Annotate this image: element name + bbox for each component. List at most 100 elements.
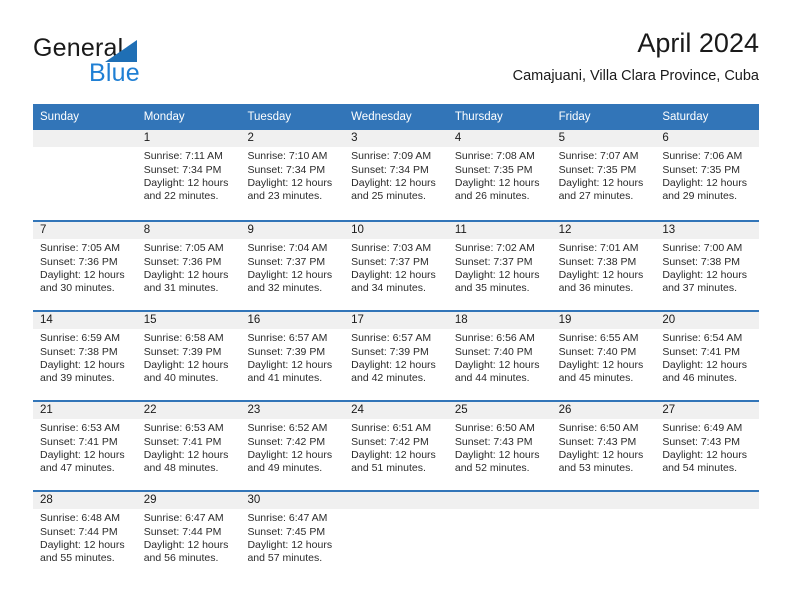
day-cell[interactable]: 12 Sunrise: 7:01 AM Sunset: 7:38 PM Dayl… xyxy=(551,222,656,311)
daylight-text-line1: Daylight: 12 hours xyxy=(143,268,229,281)
day-cell[interactable]: 1 Sunrise: 7:11 AM Sunset: 7:34 PM Dayli… xyxy=(136,130,241,221)
day-cell[interactable]: 9 Sunrise: 7:04 AM Sunset: 7:37 PM Dayli… xyxy=(240,222,345,311)
day-number: 18 xyxy=(447,312,552,330)
day-cell[interactable]: 30 Sunrise: 6:47 AM Sunset: 7:45 PM Dayl… xyxy=(240,492,345,581)
daylight-text-line2: and 48 minutes. xyxy=(143,462,219,475)
daylight-text-line2: and 54 minutes. xyxy=(662,462,738,475)
daylight-text-line2: and 25 minutes. xyxy=(351,190,426,203)
sunset-text: Sunset: 7:38 PM xyxy=(558,255,637,268)
sunrise-text: Sunrise: 7:03 AM xyxy=(351,242,432,255)
sunset-text: Sunset: 7:43 PM xyxy=(454,435,533,448)
daylight-text-line2: and 56 minutes. xyxy=(143,552,219,565)
day-cell[interactable]: 8 Sunrise: 7:05 AM Sunset: 7:36 PM Dayli… xyxy=(136,222,241,311)
day-cell[interactable]: 19 Sunrise: 6:55 AM Sunset: 7:40 PM Dayl… xyxy=(551,312,656,401)
day-number xyxy=(655,492,760,510)
sunrise-text: Sunrise: 7:05 AM xyxy=(40,242,120,255)
day-cell[interactable]: 3 Sunrise: 7:09 AM Sunset: 7:34 PM Dayli… xyxy=(344,130,448,221)
day-cell[interactable]: 26 Sunrise: 6:50 AM Sunset: 7:43 PM Dayl… xyxy=(551,402,656,491)
page-title: April 2024 xyxy=(637,28,759,58)
day-details: Sunrise: 7:09 AM Sunset: 7:34 PM Dayligh… xyxy=(344,147,448,203)
sunrise-text: Sunrise: 7:08 AM xyxy=(454,150,535,163)
day-cell[interactable] xyxy=(655,492,760,581)
day-cell[interactable]: 16 Sunrise: 6:57 AM Sunset: 7:39 PM Dayl… xyxy=(240,312,345,401)
day-number: 15 xyxy=(136,312,241,330)
weekday-header-friday: Friday xyxy=(558,111,591,123)
daylight-text-line1: Daylight: 12 hours xyxy=(558,448,644,461)
week-row: 21 Sunrise: 6:53 AM Sunset: 7:41 PM Dayl… xyxy=(33,400,760,491)
sunrise-text: Sunrise: 6:53 AM xyxy=(40,422,120,435)
daylight-text-line2: and 41 minutes. xyxy=(247,372,323,385)
sunset-text: Sunset: 7:43 PM xyxy=(558,435,637,448)
day-cell[interactable]: 4 Sunrise: 7:08 AM Sunset: 7:35 PM Dayli… xyxy=(447,130,552,221)
day-details: Sunrise: 6:52 AM Sunset: 7:42 PM Dayligh… xyxy=(240,419,344,475)
sunrise-text: Sunrise: 6:50 AM xyxy=(558,422,639,435)
day-number: 27 xyxy=(655,402,760,420)
day-number: 26 xyxy=(551,402,656,420)
sunrise-text: Sunrise: 7:11 AM xyxy=(143,150,223,163)
daylight-text-line2: and 35 minutes. xyxy=(454,282,530,295)
daylight-text-line1: Daylight: 12 hours xyxy=(247,268,333,281)
daylight-text-line2: and 47 minutes. xyxy=(40,462,115,475)
day-cell[interactable]: 23 Sunrise: 6:52 AM Sunset: 7:42 PM Dayl… xyxy=(240,402,345,491)
day-number: 2 xyxy=(240,130,345,148)
day-cell[interactable]: 25 Sunrise: 6:50 AM Sunset: 7:43 PM Dayl… xyxy=(447,402,552,491)
day-cell[interactable] xyxy=(447,492,552,581)
calendar-grid: Sunday Monday Tuesday Wednesday Thursday… xyxy=(33,104,760,581)
day-number xyxy=(447,492,552,510)
day-cell[interactable]: 5 Sunrise: 7:07 AM Sunset: 7:35 PM Dayli… xyxy=(551,130,656,221)
daylight-text-line2: and 49 minutes. xyxy=(247,462,323,475)
sunset-text: Sunset: 7:36 PM xyxy=(143,255,222,268)
sunrise-text: Sunrise: 6:52 AM xyxy=(247,422,328,435)
day-number xyxy=(344,492,448,510)
daylight-text-line2: and 26 minutes. xyxy=(454,190,530,203)
day-number: 20 xyxy=(655,312,760,330)
day-details: Sunrise: 7:07 AM Sunset: 7:35 PM Dayligh… xyxy=(552,147,656,203)
sunrise-text: Sunrise: 7:00 AM xyxy=(662,242,743,255)
daylight-text-line2: and 44 minutes. xyxy=(454,372,530,385)
day-details xyxy=(344,509,448,512)
sunset-text: Sunset: 7:40 PM xyxy=(558,345,637,358)
day-cell[interactable]: 7 Sunrise: 7:05 AM Sunset: 7:36 PM Dayli… xyxy=(33,222,137,311)
day-cell[interactable]: 18 Sunrise: 6:56 AM Sunset: 7:40 PM Dayl… xyxy=(447,312,552,401)
day-number: 6 xyxy=(655,130,760,148)
day-details: Sunrise: 7:04 AM Sunset: 7:37 PM Dayligh… xyxy=(240,239,344,295)
day-details: Sunrise: 6:56 AM Sunset: 7:40 PM Dayligh… xyxy=(448,329,552,385)
daylight-text-line1: Daylight: 12 hours xyxy=(143,448,229,461)
day-details: Sunrise: 6:57 AM Sunset: 7:39 PM Dayligh… xyxy=(344,329,448,385)
sunrise-text: Sunrise: 7:06 AM xyxy=(662,150,743,163)
day-cell[interactable]: 21 Sunrise: 6:53 AM Sunset: 7:41 PM Dayl… xyxy=(33,402,137,491)
day-cell[interactable]: 15 Sunrise: 6:58 AM Sunset: 7:39 PM Dayl… xyxy=(136,312,241,401)
day-cell[interactable]: 20 Sunrise: 6:54 AM Sunset: 7:41 PM Dayl… xyxy=(655,312,760,401)
day-cell[interactable]: 28 Sunrise: 6:48 AM Sunset: 7:44 PM Dayl… xyxy=(33,492,137,581)
day-cell[interactable]: 11 Sunrise: 7:02 AM Sunset: 7:37 PM Dayl… xyxy=(447,222,552,311)
daylight-text-line1: Daylight: 12 hours xyxy=(351,448,436,461)
day-details xyxy=(655,509,759,512)
day-cell[interactable]: 22 Sunrise: 6:53 AM Sunset: 7:41 PM Dayl… xyxy=(136,402,241,491)
day-cell[interactable]: 10 Sunrise: 7:03 AM Sunset: 7:37 PM Dayl… xyxy=(344,222,448,311)
day-cell[interactable]: 14 Sunrise: 6:59 AM Sunset: 7:38 PM Dayl… xyxy=(33,312,137,401)
day-cell[interactable]: 29 Sunrise: 6:47 AM Sunset: 7:44 PM Dayl… xyxy=(136,492,241,581)
day-cell[interactable]: 13 Sunrise: 7:00 AM Sunset: 7:38 PM Dayl… xyxy=(655,222,760,311)
day-cell[interactable]: 24 Sunrise: 6:51 AM Sunset: 7:42 PM Dayl… xyxy=(344,402,448,491)
day-cell[interactable]: 6 Sunrise: 7:06 AM Sunset: 7:35 PM Dayli… xyxy=(655,130,760,221)
daylight-text-line1: Daylight: 12 hours xyxy=(143,176,229,189)
day-details: Sunrise: 6:54 AM Sunset: 7:41 PM Dayligh… xyxy=(655,329,759,385)
day-cell[interactable]: 2 Sunrise: 7:10 AM Sunset: 7:34 PM Dayli… xyxy=(240,130,345,221)
page-subtitle: Camajuani, Villa Clara Province, Cuba xyxy=(512,67,759,84)
general-blue-logo[interactable]: General Blue xyxy=(33,36,233,92)
day-cell[interactable] xyxy=(33,130,137,221)
daylight-text-line1: Daylight: 12 hours xyxy=(143,538,229,551)
daylight-text-line1: Daylight: 12 hours xyxy=(40,448,125,461)
day-cell[interactable]: 17 Sunrise: 6:57 AM Sunset: 7:39 PM Dayl… xyxy=(344,312,448,401)
sunrise-text: Sunrise: 7:07 AM xyxy=(558,150,639,163)
daylight-text-line2: and 53 minutes. xyxy=(558,462,634,475)
day-cell[interactable]: 27 Sunrise: 6:49 AM Sunset: 7:43 PM Dayl… xyxy=(655,402,760,491)
day-cell[interactable] xyxy=(344,492,448,581)
sunset-text: Sunset: 7:34 PM xyxy=(351,163,429,176)
daylight-text-line2: and 29 minutes. xyxy=(662,190,738,203)
sunrise-text: Sunrise: 6:50 AM xyxy=(454,422,535,435)
daylight-text-line1: Daylight: 12 hours xyxy=(454,268,540,281)
weekday-header-saturday: Saturday xyxy=(662,111,709,123)
day-cell[interactable] xyxy=(551,492,656,581)
sunset-text: Sunset: 7:41 PM xyxy=(662,345,740,358)
